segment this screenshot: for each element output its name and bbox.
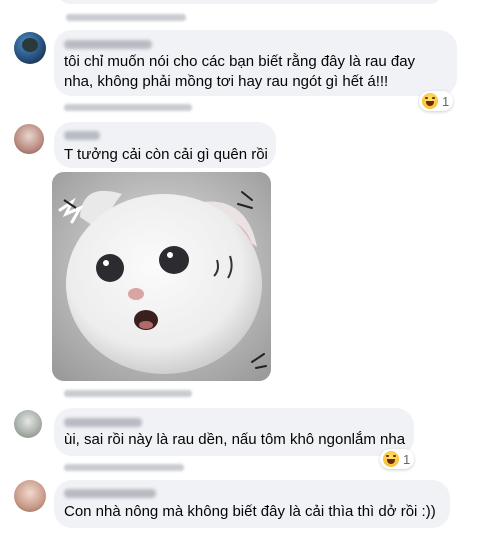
reaction-count: 1 xyxy=(403,451,411,467)
comment-sticker-image[interactable] xyxy=(52,172,271,381)
comment-text-line: Con nhà nông mà không biết đây là cải th… xyxy=(64,503,436,520)
reaction-badge[interactable]: 1 xyxy=(419,91,454,111)
prev-comment-meta xyxy=(66,14,186,21)
cat-sticker-graphic xyxy=(52,172,271,381)
haha-reaction-icon xyxy=(383,451,399,467)
avatar[interactable] xyxy=(14,32,46,64)
haha-reaction-icon xyxy=(422,93,438,109)
author-name[interactable] xyxy=(64,418,142,427)
reaction-count: 1 xyxy=(442,93,450,109)
comment-meta[interactable] xyxy=(64,464,184,471)
comment-text-line: T tưởng cải còn cải gì quên rồi xyxy=(64,146,268,163)
avatar[interactable] xyxy=(14,480,46,512)
avatar[interactable] xyxy=(14,410,42,438)
comment-text-line: nha, không phải mồng tơi hay rau ngót gì… xyxy=(64,73,389,90)
avatar[interactable] xyxy=(14,124,44,154)
comment-meta[interactable] xyxy=(64,104,192,111)
comment-text-line: tôi chỉ muốn nói cho các bạn biết rằng đ… xyxy=(64,53,416,70)
comment-text-line: ùi, sai rồi này là rau dền, nấu tôm khô … xyxy=(64,431,406,448)
prev-comment-bubble xyxy=(58,0,442,4)
author-name[interactable] xyxy=(64,489,156,498)
author-name[interactable] xyxy=(64,131,100,140)
author-name[interactable] xyxy=(64,40,152,49)
comment-meta[interactable] xyxy=(64,390,192,397)
reaction-badge[interactable]: 1 xyxy=(380,449,415,469)
